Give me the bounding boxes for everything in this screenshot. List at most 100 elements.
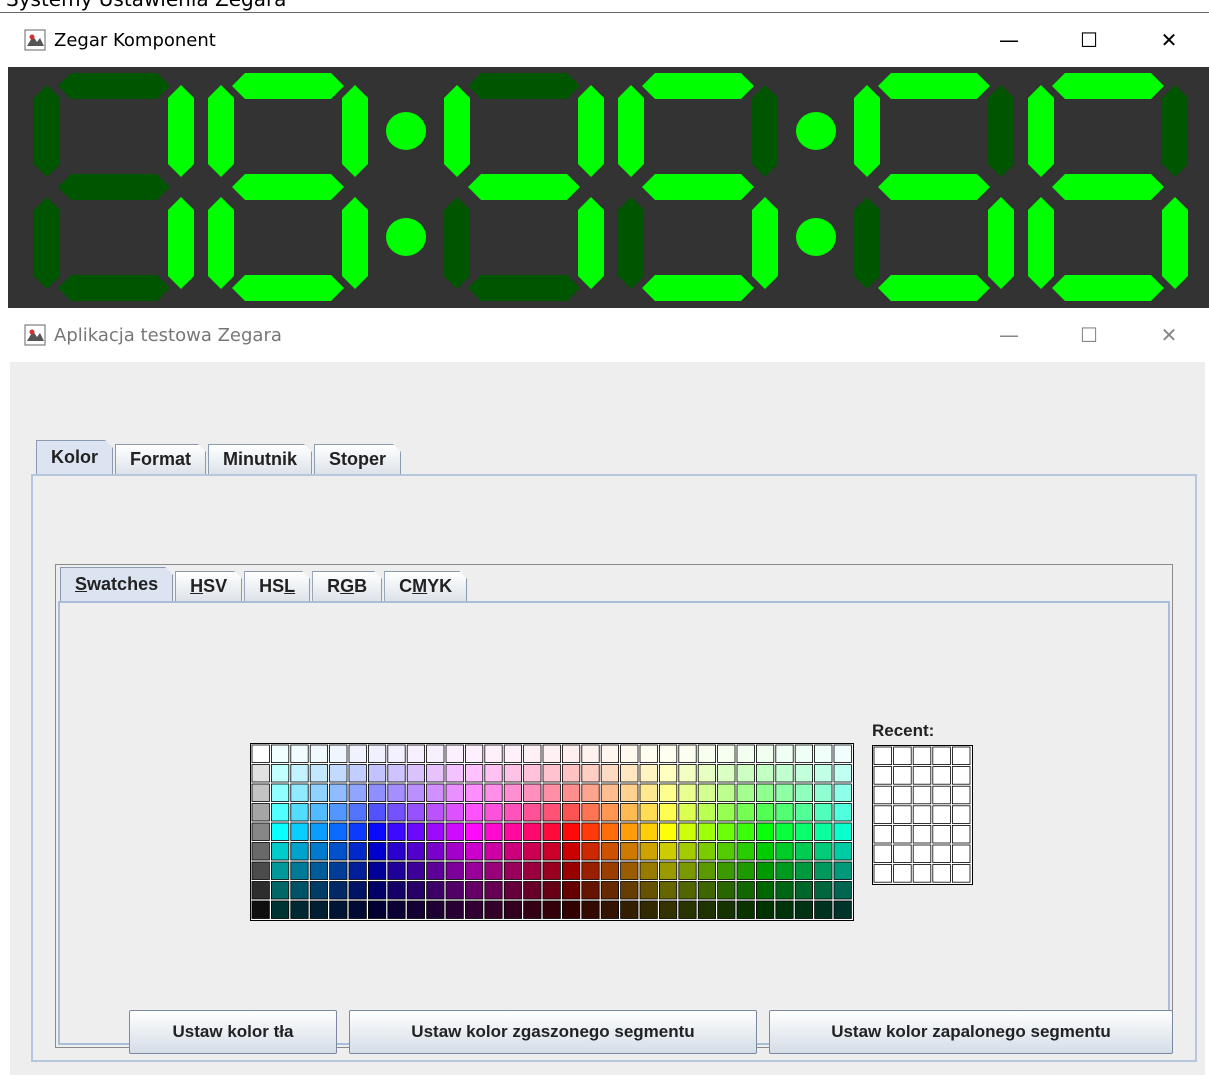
- swatch-cell[interactable]: [600, 744, 620, 763]
- swatch-cell[interactable]: [542, 783, 561, 802]
- swatch-cell[interactable]: [561, 803, 581, 822]
- swatch-cell[interactable]: [445, 900, 464, 919]
- maximize-button[interactable]: ☐: [1049, 13, 1129, 67]
- recent-swatch-cell[interactable]: [952, 844, 971, 864]
- close-button[interactable]: ✕: [1129, 13, 1209, 67]
- tab-kolor[interactable]: Kolor: [36, 440, 113, 474]
- swatch-cell[interactable]: [678, 803, 697, 822]
- swatch-cell[interactable]: [794, 881, 814, 900]
- swatch-cell[interactable]: [620, 803, 639, 822]
- swatch-cell[interactable]: [503, 842, 522, 861]
- swatch-cell[interactable]: [445, 764, 464, 783]
- swatch-cell[interactable]: [406, 881, 425, 900]
- swatch-cell[interactable]: [581, 842, 600, 861]
- recent-swatch-cell[interactable]: [932, 746, 951, 766]
- swatch-cell[interactable]: [736, 881, 755, 900]
- swatch-cell[interactable]: [270, 803, 290, 822]
- swatch-cell[interactable]: [736, 842, 755, 861]
- swatch-cell[interactable]: [329, 764, 348, 783]
- swatch-cell[interactable]: [523, 783, 542, 802]
- swatch-cell[interactable]: [678, 744, 697, 763]
- recent-swatch-cell[interactable]: [932, 844, 951, 864]
- swatch-cell[interactable]: [523, 822, 542, 841]
- swatch-cell[interactable]: [542, 803, 561, 822]
- swatch-cell[interactable]: [290, 822, 309, 841]
- swatch-cell[interactable]: [251, 783, 270, 802]
- swatch-cell[interactable]: [523, 861, 542, 880]
- minimize-button[interactable]: —: [969, 308, 1049, 362]
- swatch-cell[interactable]: [678, 783, 697, 802]
- recent-swatch-cell[interactable]: [893, 746, 912, 766]
- swatch-cell[interactable]: [464, 822, 484, 841]
- recent-swatch-cell[interactable]: [873, 805, 893, 824]
- swatch-cell[interactable]: [678, 861, 697, 880]
- swatch-cell[interactable]: [329, 803, 348, 822]
- recent-swatch-cell[interactable]: [952, 825, 971, 844]
- swatch-cell[interactable]: [348, 744, 367, 763]
- swatch-cell[interactable]: [833, 803, 852, 822]
- swatch-cell[interactable]: [542, 822, 561, 841]
- swatch-cell[interactable]: [755, 822, 775, 841]
- swatch-cell[interactable]: [697, 764, 717, 783]
- swatch-cell[interactable]: [426, 881, 445, 900]
- swatch-cell[interactable]: [814, 764, 833, 783]
- swatch-cell[interactable]: [348, 783, 367, 802]
- swatch-cell[interactable]: [503, 900, 522, 919]
- swatch-cell[interactable]: [484, 783, 503, 802]
- swatch-cell[interactable]: [814, 744, 833, 763]
- swatch-cell[interactable]: [309, 822, 329, 841]
- swatch-cell[interactable]: [755, 744, 775, 763]
- swatch-cell[interactable]: [755, 861, 775, 880]
- swatch-cell[interactable]: [503, 744, 522, 763]
- swatch-cell[interactable]: [251, 744, 270, 763]
- swatch-cell[interactable]: [445, 822, 464, 841]
- swatch-cell[interactable]: [464, 764, 484, 783]
- swatch-svg[interactable]: [251, 744, 853, 920]
- recent-swatch-cell[interactable]: [952, 766, 971, 785]
- recent-swatch-cell[interactable]: [893, 864, 912, 883]
- clock-window-titlebar[interactable]: Zegar Komponent — ☐ ✕: [8, 13, 1209, 67]
- swatch-cell[interactable]: [542, 861, 561, 880]
- swatch-cell[interactable]: [406, 861, 425, 880]
- swatch-cell[interactable]: [309, 803, 329, 822]
- swatch-cell[interactable]: [329, 842, 348, 861]
- swatch-cell[interactable]: [620, 900, 639, 919]
- swatch-cell[interactable]: [581, 881, 600, 900]
- swatch-cell[interactable]: [697, 881, 717, 900]
- swatch-cell[interactable]: [814, 803, 833, 822]
- swatch-cell[interactable]: [251, 764, 270, 783]
- swatch-cell[interactable]: [717, 744, 736, 763]
- recent-swatch-cell[interactable]: [952, 785, 971, 805]
- swatch-cell[interactable]: [658, 764, 678, 783]
- swatch-cell[interactable]: [658, 744, 678, 763]
- recent-swatch-cell[interactable]: [952, 864, 971, 883]
- swatch-cell[interactable]: [387, 842, 406, 861]
- recent-swatch-cell[interactable]: [873, 825, 893, 844]
- swatch-cell[interactable]: [794, 900, 814, 919]
- swatch-cell[interactable]: [717, 861, 736, 880]
- swatch-cell[interactable]: [639, 900, 658, 919]
- swatch-cell[interactable]: [251, 861, 270, 880]
- recent-swatch-cell[interactable]: [893, 766, 912, 785]
- swatch-cell[interactable]: [833, 861, 852, 880]
- swatch-cell[interactable]: [406, 900, 425, 919]
- swatch-cell[interactable]: [290, 900, 309, 919]
- swatch-cell[interactable]: [658, 900, 678, 919]
- swatch-cell[interactable]: [406, 783, 425, 802]
- swatch-cell[interactable]: [503, 764, 522, 783]
- recent-swatch-cell[interactable]: [873, 746, 893, 766]
- swatch-cell[interactable]: [406, 822, 425, 841]
- swatch-cell[interactable]: [833, 900, 852, 919]
- swatch-cell[interactable]: [814, 822, 833, 841]
- swatch-cell[interactable]: [639, 861, 658, 880]
- tab-hsl[interactable]: HSL: [244, 571, 310, 601]
- swatch-cell[interactable]: [775, 764, 794, 783]
- swatch-cell[interactable]: [464, 900, 484, 919]
- recent-swatch-cell[interactable]: [932, 785, 951, 805]
- swatch-cell[interactable]: [368, 744, 387, 763]
- swatch-cell[interactable]: [639, 744, 658, 763]
- swatch-cell[interactable]: [717, 881, 736, 900]
- recent-swatch-cell[interactable]: [932, 864, 951, 883]
- swatch-cell[interactable]: [736, 861, 755, 880]
- swatch-cell[interactable]: [426, 803, 445, 822]
